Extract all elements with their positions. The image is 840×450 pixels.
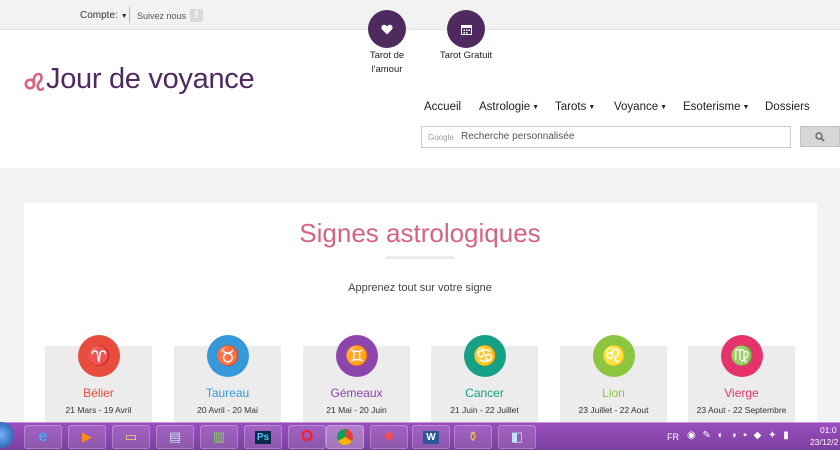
language-indicator[interactable]: FR [667, 432, 679, 442]
nav-label: Esoterisme [683, 101, 741, 113]
page-subtitle: Apprenez tout sur votre signe [348, 282, 492, 294]
sign-dates: 20 Avril - 20 Mai [197, 405, 258, 415]
cancer-icon[interactable]: ♋ [464, 335, 506, 377]
tarot-gratuit-button[interactable] [447, 10, 485, 48]
nav-accueil[interactable]: Accueil [424, 101, 461, 113]
account-menu[interactable]: Compte: ▼ [80, 10, 128, 21]
sign-name[interactable]: Taureau [174, 386, 281, 400]
tarot-amour-label[interactable]: Tarot de l'amour [357, 49, 417, 77]
heart-icon [381, 24, 393, 34]
nav-label: Accueil [424, 101, 462, 113]
aries-icon[interactable]: ♈ [78, 335, 120, 377]
sign-dates: 21 Mars - 19 Avril [65, 405, 132, 415]
site-logo-text[interactable]: Jour de voyance [46, 63, 255, 96]
tarot-gratuit-label[interactable]: Tarot Gratuit [431, 49, 501, 63]
title-underline [386, 256, 454, 259]
sign-name[interactable]: Gémeaux [303, 386, 410, 400]
chevron-down-icon: ▼ [742, 104, 750, 111]
tarot-amour-button[interactable] [368, 10, 406, 48]
follow-label: Suivez nous [137, 11, 187, 21]
opera-icon[interactable]: O [288, 425, 326, 449]
nav-label: Astrologie [479, 101, 531, 113]
tarot-gratuit-line1: Tarot Gratuit [439, 50, 493, 61]
sign-dates: 21 Mai - 20 Juin [326, 405, 387, 415]
sign-name[interactable]: Lion [560, 386, 667, 400]
media-app-icon[interactable]: ✺ [370, 425, 408, 449]
file-explorer-icon[interactable]: ▭ [112, 425, 150, 449]
facebook-icon[interactable]: f [190, 9, 203, 22]
chevron-down-icon: ▼ [532, 104, 540, 111]
nav-label: Voyance [614, 101, 659, 113]
photoshop-icon[interactable]: Ps [244, 425, 282, 449]
leo-logo-icon[interactable] [24, 70, 44, 94]
clock-date[interactable]: 23/12/2 [810, 437, 838, 447]
account-label: Compte: [80, 10, 118, 21]
nav-esoterisme[interactable]: Esoterisme ▼ [683, 101, 749, 113]
sign-name[interactable]: Vierge [688, 386, 795, 400]
nav-astrologie[interactable]: Astrologie ▼ [479, 101, 539, 113]
sign-name[interactable]: Cancer [431, 386, 538, 400]
system-tray-icons[interactable]: ◉ ✎ ◐ ◑ ▪ ◆ ✦ ▮ [687, 430, 791, 441]
internet-explorer-icon[interactable]: e [24, 425, 62, 449]
tarot-amour-line1: Tarot de [369, 50, 405, 61]
sign-dates: 21 Juin - 22 Juillet [450, 405, 519, 415]
search-icon [815, 132, 825, 142]
utility-app-icon[interactable]: ⚱ [454, 425, 492, 449]
chevron-down-icon: ▼ [588, 104, 596, 111]
nav-label: Dossiers [765, 101, 810, 113]
google-brand: Google [428, 133, 454, 142]
nav-tarots[interactable]: Tarots ▼ [555, 101, 595, 113]
sign-dates: 23 Juillet - 22 Aout [578, 405, 649, 415]
nav-dossiers[interactable]: Dossiers [765, 101, 810, 113]
search-input[interactable]: Google Recherche personnalisée [421, 126, 791, 148]
search-placeholder: Recherche personnalisée [461, 131, 575, 142]
spreadsheet-app-icon[interactable]: ▥ [200, 425, 238, 449]
calendar-icon [460, 24, 472, 35]
top-bar: Compte: ▼ Suivez nous f [0, 0, 840, 30]
search-button[interactable] [800, 126, 840, 147]
gemini-icon[interactable]: ♊ [336, 335, 378, 377]
tarot-amour-line2: l'amour [371, 64, 403, 75]
nav-label: Tarots [555, 101, 587, 113]
chevron-down-icon: ▼ [660, 104, 668, 111]
sign-name[interactable]: Bélier [45, 386, 152, 400]
network-app-icon[interactable]: ▤ [156, 425, 194, 449]
sign-dates: 23 Aout - 22 Septembre [696, 405, 787, 415]
leo-icon[interactable]: ♌ [593, 335, 635, 377]
clock-time[interactable]: 01:0 [820, 425, 837, 435]
word-icon[interactable]: W [412, 425, 450, 449]
divider [129, 7, 130, 23]
chevron-down-icon: ▼ [120, 13, 128, 20]
nav-voyance[interactable]: Voyance ▼ [614, 101, 667, 113]
media-player-icon[interactable]: ▶ [68, 425, 106, 449]
chrome-icon[interactable] [326, 425, 364, 449]
taurus-icon[interactable]: ♉ [207, 335, 249, 377]
window-app-icon[interactable]: ◧ [498, 425, 536, 449]
page-title: Signes astrologiques [299, 218, 541, 248]
virgo-icon[interactable]: ♍ [721, 335, 763, 377]
